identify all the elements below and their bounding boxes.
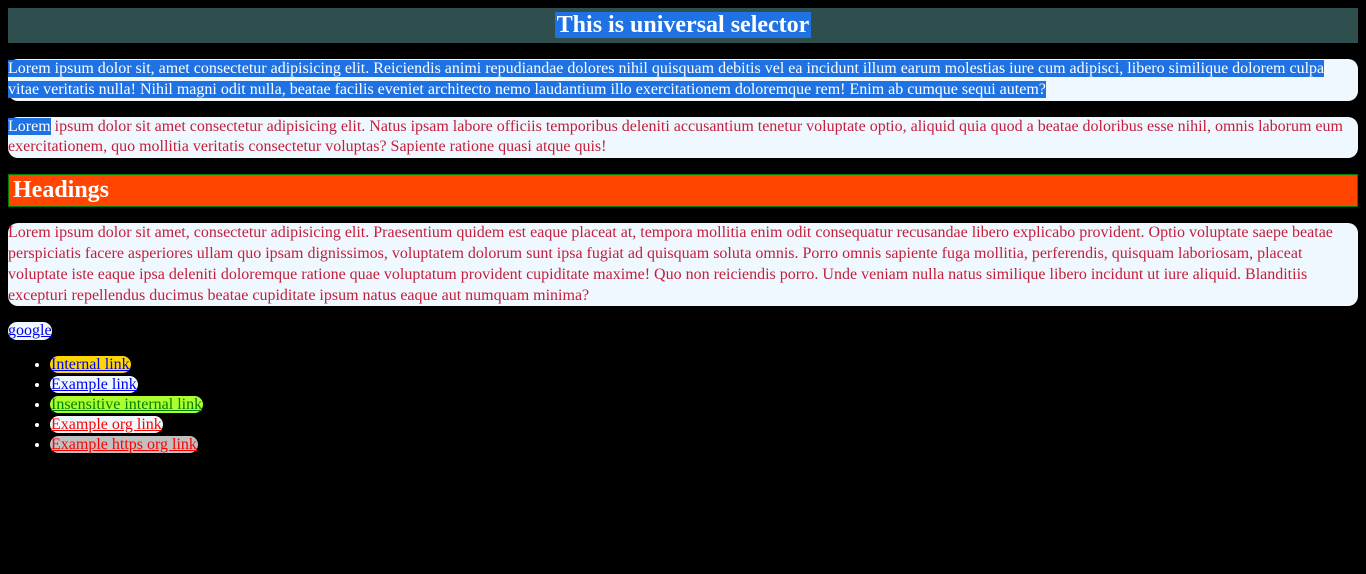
universal-selector-title: This is universal selector [555,12,812,38]
list-item: Example org link [50,416,1358,434]
example-link[interactable]: Example link [50,376,138,393]
paragraph-2: Lorem ipsum dolor sit amet consectetur a… [8,117,1358,159]
paragraph-2-rest: ipsum dolor sit amet consectetur adipisi… [8,118,1343,156]
headings-title: Headings [8,174,1358,207]
list-item: Internal link [50,356,1358,374]
universal-selector-heading: This is universal selector [8,8,1358,43]
list-item: Example https org link [50,436,1358,454]
links-list: Internal link Example link Insensitive i… [8,356,1358,454]
paragraph-3: Lorem ipsum dolor sit amet, consectetur … [8,223,1358,306]
list-item: Example link [50,376,1358,394]
example-https-org-link[interactable]: Example https org link [50,436,198,453]
paragraph-1: Lorem ipsum dolor sit, amet consectetur … [8,59,1358,101]
insensitive-internal-link[interactable]: Insensitive internal link [50,396,203,413]
example-org-link[interactable]: Example org link [50,416,163,433]
google-link[interactable]: google [8,322,52,340]
list-item: Insensitive internal link [50,396,1358,414]
paragraph-2-prefix: Lorem [8,118,51,135]
internal-link[interactable]: Internal link [50,356,131,373]
paragraph-1-text: Lorem ipsum dolor sit, amet consectetur … [8,60,1324,98]
